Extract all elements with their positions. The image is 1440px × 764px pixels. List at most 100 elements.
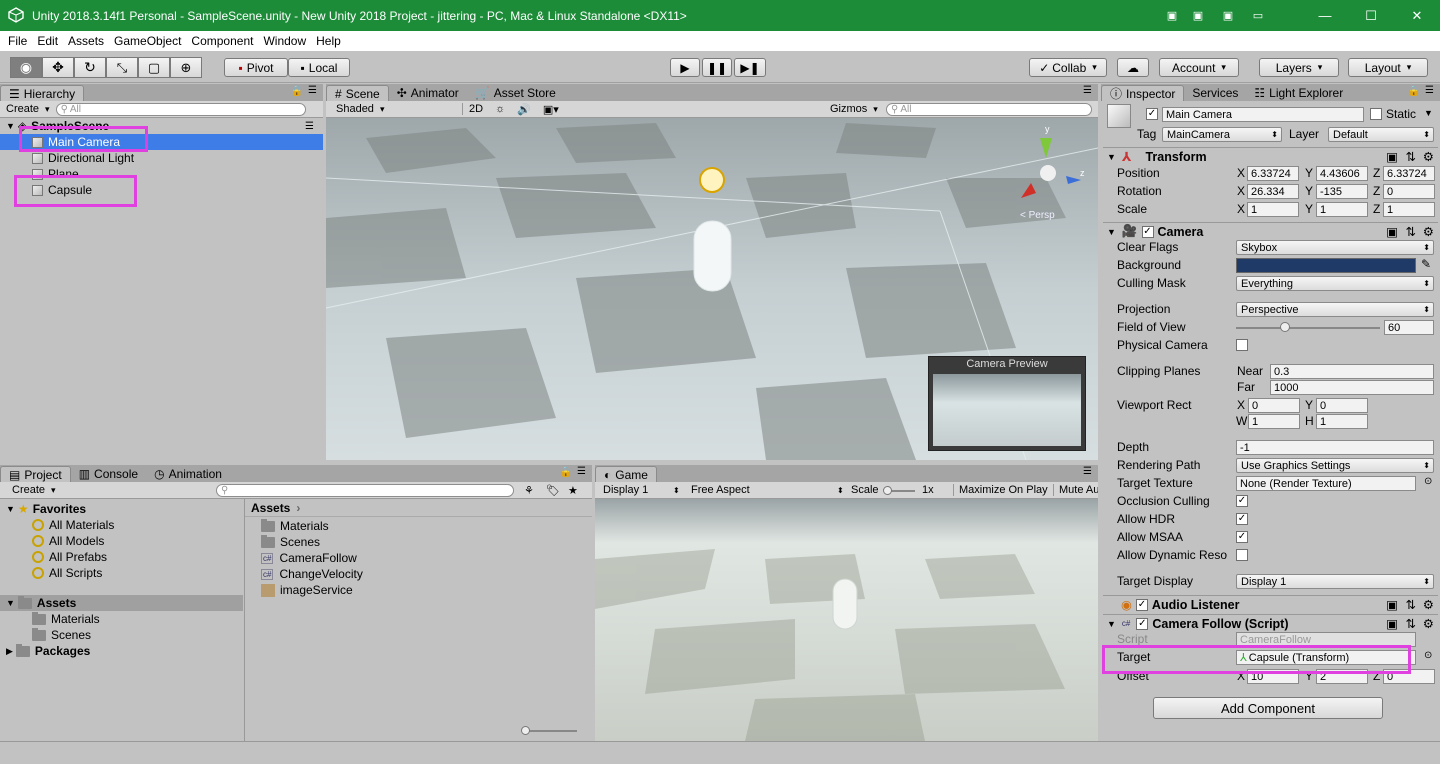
far-field[interactable]: 1000 (1270, 380, 1434, 395)
tab-light-explorer[interactable]: ☷ Light Explorer (1246, 85, 1351, 101)
menu-component[interactable]: Component (186, 34, 258, 48)
physical-camera-checkbox[interactable] (1236, 339, 1248, 351)
icon-size-slider[interactable] (521, 726, 577, 735)
slider-thumb[interactable] (521, 726, 530, 735)
menu-icon[interactable]: ☰ (1425, 85, 1434, 96)
effects-toggle-icon[interactable]: ▣▾ (537, 103, 565, 116)
layout-dropdown[interactable]: Layout (1348, 58, 1428, 77)
scale-z-field[interactable]: 1 (1383, 202, 1435, 217)
tag-dropdown[interactable]: MainCamera (1162, 127, 1282, 142)
object-picker-icon[interactable]: ⊙ (1424, 650, 1432, 661)
panel-icon-2[interactable]: ▣ (1186, 0, 1210, 31)
lock-icon[interactable]: 🔒 (560, 467, 572, 478)
panel-icon-3[interactable]: ▣ (1216, 0, 1240, 31)
help-icon[interactable]: ▣ (1386, 597, 1398, 612)
favorite-item[interactable]: All Materials (32, 517, 114, 533)
tab-hierarchy[interactable]: ☰ Hierarchy (0, 85, 85, 101)
gizmos-dropdown[interactable]: Gizmos (830, 103, 878, 115)
tab-scene[interactable]: # Scene (326, 85, 389, 101)
pivot-button[interactable]: ▪ Pivot (224, 58, 288, 77)
help-icon[interactable]: ▣ (1386, 224, 1398, 239)
tab-project[interactable]: ▤ Project (0, 466, 71, 482)
hierarchy-create-button[interactable]: Create (6, 103, 50, 115)
occlusion-culling-checkbox[interactable]: ✓ (1236, 495, 1248, 507)
menu-edit[interactable]: Edit (32, 34, 63, 48)
local-button[interactable]: ▪ Local (288, 58, 350, 77)
project-search-input[interactable]: ⚲ (216, 483, 514, 497)
position-y-field[interactable]: 4.43606 (1316, 166, 1368, 181)
lighting-toggle-icon[interactable]: ☼ (489, 103, 511, 115)
position-z-field[interactable]: 6.33724 (1383, 166, 1435, 181)
rotation-x-field[interactable]: 26.334 (1247, 184, 1299, 199)
static-dropdown-icon[interactable]: ▼ (1424, 108, 1433, 118)
file-item[interactable]: imageService (261, 582, 353, 598)
eyedropper-icon[interactable]: ✎ (1421, 257, 1431, 271)
filter-type-icon[interactable]: ⚘ (524, 484, 534, 497)
rotation-z-field[interactable]: 0 (1383, 184, 1435, 199)
fov-field[interactable]: 60 (1384, 320, 1434, 335)
scene-menu-icon[interactable]: ☰ (305, 121, 314, 132)
file-item[interactable]: Scenes (261, 534, 320, 550)
project-create-button[interactable]: Create (12, 484, 56, 496)
scale-y-field[interactable]: 1 (1316, 202, 1368, 217)
viewport-w-field[interactable]: 1 (1248, 414, 1300, 429)
filter-label-icon[interactable]: 🏷 (546, 484, 560, 497)
panel-icon-1[interactable]: ▣ (1160, 0, 1184, 31)
audio-listener-header[interactable]: ◉ ✓ Audio Listener ▣ ⇅ ⚙ (1103, 595, 1438, 613)
maximize-on-play-toggle[interactable]: Maximize On Play (953, 484, 1048, 496)
scene-menu-icon[interactable]: ☰ (1083, 85, 1092, 96)
static-checkbox[interactable] (1370, 108, 1382, 120)
viewport-x-field[interactable]: 0 (1248, 398, 1300, 413)
object-name-field[interactable]: Main Camera (1162, 107, 1364, 122)
close-button[interactable]: ✕ (1394, 0, 1440, 31)
pause-button[interactable]: ❚❚ (702, 58, 732, 77)
camera-follow-enabled-checkbox[interactable]: ✓ (1136, 617, 1149, 630)
add-component-button[interactable]: Add Component (1153, 697, 1383, 719)
help-icon[interactable]: ▣ (1386, 616, 1398, 631)
favorite-item[interactable]: All Scripts (32, 565, 102, 581)
tab-animator[interactable]: ✣ Animator (389, 85, 467, 101)
slider-thumb[interactable] (1280, 322, 1290, 332)
culling-mask-dropdown[interactable]: Everything (1236, 276, 1434, 291)
scale-slider[interactable] (883, 486, 915, 495)
rotation-y-field[interactable]: -135 (1316, 184, 1368, 199)
background-color-swatch[interactable] (1236, 258, 1416, 273)
lock-icon[interactable]: 🔒 (1408, 86, 1420, 97)
persp-label[interactable]: < Persp (1020, 210, 1055, 221)
hierarchy-search-input[interactable]: ⚲ All (55, 102, 306, 116)
transform-tool-button[interactable]: ⊕ (170, 57, 202, 78)
menu-gameobject[interactable]: GameObject (109, 34, 186, 48)
menu-help[interactable]: Help (311, 34, 346, 48)
tab-game[interactable]: ◐ Game (595, 466, 657, 482)
scene-search-input[interactable]: ⚲ All (886, 102, 1092, 116)
asset-folder-item[interactable]: Materials (32, 611, 100, 627)
menu-icon[interactable]: ☰ (308, 85, 317, 96)
object-picker-icon[interactable]: ⊙ (1424, 476, 1432, 487)
menu-assets[interactable]: Assets (63, 34, 109, 48)
file-item[interactable]: c# CameraFollow (261, 550, 357, 566)
scale-tool-button[interactable]: ⤡ (106, 57, 138, 78)
maximize-button[interactable]: ☐ (1348, 0, 1394, 31)
panel-icon-4[interactable]: ▭ (1246, 0, 1270, 31)
mute-audio-toggle[interactable]: Mute Au (1053, 484, 1098, 496)
tab-services[interactable]: Services (1184, 85, 1246, 101)
collab-dropdown[interactable]: ✓ Collab (1029, 58, 1107, 77)
gear-icon[interactable]: ⚙ (1423, 149, 1434, 164)
fov-slider[interactable] (1236, 322, 1380, 332)
help-icon[interactable]: ▣ (1386, 149, 1398, 164)
tab-console[interactable]: ▥ Console (71, 466, 146, 482)
toggle-2d-button[interactable]: 2D (462, 103, 489, 115)
favorites-row[interactable]: ▼ ★ Favorites (6, 501, 86, 517)
preset-icon[interactable]: ⇅ (1406, 616, 1416, 631)
tab-asset-store[interactable]: 🛒 Asset Store (467, 85, 564, 101)
rendering-path-dropdown[interactable]: Use Graphics Settings (1236, 458, 1434, 473)
preset-icon[interactable]: ⇅ (1406, 597, 1416, 612)
layers-dropdown[interactable]: Layers (1259, 58, 1339, 77)
file-item[interactable]: Materials (261, 518, 329, 534)
active-checkbox[interactable]: ✓ (1146, 108, 1158, 120)
play-button[interactable]: ▶ (670, 58, 700, 77)
aspect-dropdown[interactable]: Free Aspect (691, 484, 750, 496)
camera-enabled-checkbox[interactable]: ✓ (1141, 225, 1154, 238)
account-dropdown[interactable]: Account (1159, 58, 1239, 77)
allow-dynamic-resolution-checkbox[interactable] (1236, 549, 1248, 561)
